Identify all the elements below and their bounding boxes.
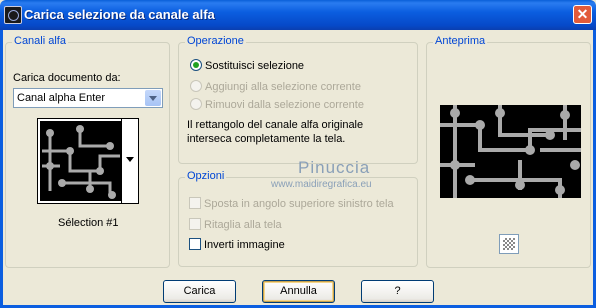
- circuit-preview-icon: [440, 105, 581, 198]
- watermark-title: Pinuccia: [298, 158, 371, 177]
- checkbox-invert-image-label[interactable]: Inverti immagine: [204, 239, 285, 251]
- title-bar[interactable]: Carica selezione da canale alfa ✕: [0, 0, 596, 30]
- operation-description-line1: Il rettangolo del canale alfa originale: [187, 119, 364, 131]
- channel-thumbnail: [40, 121, 122, 201]
- load-button[interactable]: Carica: [163, 280, 236, 303]
- checkbox-invert-image[interactable]: [189, 238, 201, 250]
- close-button[interactable]: ✕: [573, 5, 592, 24]
- watermark-url: www.maidiregrafica.eu: [271, 179, 372, 190]
- circuit-pattern-icon: [42, 125, 120, 199]
- radio-replace-selection-label[interactable]: Sostituisci selezione: [205, 60, 304, 72]
- app-icon: [4, 6, 22, 24]
- document-select-value: Canal alpha Enter: [17, 92, 106, 104]
- alpha-channels-legend: Canali alfa: [12, 35, 68, 47]
- checkbox-crop-to-canvas[interactable]: [189, 218, 201, 230]
- checkbox-crop-to-canvas-label[interactable]: Ritaglia alla tela: [204, 219, 282, 231]
- operation-description-line2: interseca completamente la tela.: [187, 133, 346, 145]
- checkerboard-icon[interactable]: [499, 234, 519, 254]
- options-legend: Opzioni: [185, 170, 227, 182]
- checkbox-move-top-left[interactable]: [189, 197, 201, 209]
- cancel-button[interactable]: Annulla: [262, 280, 335, 303]
- operation-legend: Operazione: [185, 35, 246, 47]
- thumbnail-dropdown-arrow[interactable]: [121, 119, 138, 203]
- preview-legend: Anteprima: [433, 35, 488, 47]
- window-title: Carica selezione da canale alfa: [24, 7, 215, 22]
- radio-add-selection-label[interactable]: Aggiungi alla selezione corrente: [205, 81, 361, 93]
- radio-add-selection[interactable]: [190, 80, 202, 92]
- chevron-down-icon[interactable]: [145, 90, 161, 106]
- load-document-label: Carica documento da:: [13, 72, 121, 84]
- radio-remove-selection[interactable]: [190, 98, 202, 110]
- radio-replace-selection[interactable]: [190, 59, 202, 71]
- selection-name: Sélection #1: [58, 217, 119, 229]
- document-select[interactable]: Canal alpha Enter: [13, 88, 163, 108]
- preview-image: [440, 105, 581, 198]
- help-button[interactable]: ?: [361, 280, 434, 303]
- radio-remove-selection-label[interactable]: Rimuovi dalla selezione corrente: [205, 99, 364, 111]
- channel-thumbnail-picker[interactable]: [37, 118, 139, 204]
- checkbox-move-top-left-label[interactable]: Sposta in angolo superiore sinistro tela: [204, 198, 394, 210]
